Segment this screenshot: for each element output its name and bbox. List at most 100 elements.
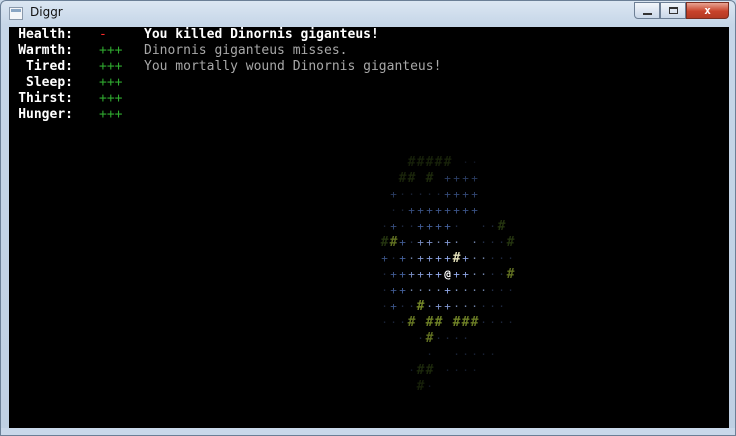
floor-glyph: + [444, 252, 451, 265]
floor-glyph: + [453, 172, 460, 185]
floor-glyph: + [444, 220, 451, 233]
stat-value: +++ [99, 107, 123, 122]
floor-glyph: + [471, 188, 478, 201]
floor-glyph: · [471, 348, 478, 361]
wall-glyph: # [434, 315, 443, 330]
floor-glyph: + [462, 188, 469, 201]
floor-glyph: + [426, 252, 433, 265]
floor-glyph: + [399, 284, 406, 297]
floor-glyph: · [498, 316, 505, 329]
floor-glyph: · [426, 380, 433, 393]
wall-glyph: # [434, 155, 443, 170]
floor-glyph: · [426, 188, 433, 201]
floor-glyph: · [435, 188, 442, 201]
stat-label: Health: [18, 27, 73, 42]
floor-glyph: · [381, 220, 388, 233]
floor-glyph: + [390, 188, 397, 201]
stat-value: +++ [99, 91, 123, 106]
floor-glyph: · [471, 284, 478, 297]
floor-glyph: + [417, 236, 424, 249]
floor-glyph: · [498, 268, 505, 281]
floor-glyph: · [489, 268, 496, 281]
floor-glyph: · [462, 284, 469, 297]
floor-glyph: · [462, 364, 469, 377]
floor-glyph: · [444, 332, 451, 345]
maximize-button[interactable] [660, 2, 686, 19]
wall-glyph: # [506, 267, 515, 282]
stat-value: +++ [99, 43, 123, 58]
floor-glyph: · [417, 332, 424, 345]
floor-glyph: · [453, 300, 460, 313]
stat-label: Hunger: [18, 107, 73, 122]
floor-glyph: · [381, 300, 388, 313]
floor-glyph: + [435, 300, 442, 313]
wall-glyph: # [398, 171, 407, 186]
floor-glyph: · [381, 284, 388, 297]
wall-glyph: # [389, 235, 398, 250]
floor-glyph: · [480, 300, 487, 313]
wall-glyph: # [416, 363, 425, 378]
floor-glyph: + [444, 172, 451, 185]
player-glyph: @ [444, 268, 451, 281]
floor-glyph: + [462, 252, 469, 265]
floor-glyph: · [399, 188, 406, 201]
floor-glyph: · [498, 284, 505, 297]
minimize-button[interactable] [634, 2, 660, 19]
floor-glyph: + [435, 268, 442, 281]
floor-glyph: · [462, 348, 469, 361]
floor-glyph: · [462, 156, 469, 169]
floor-glyph: · [471, 236, 478, 249]
wall-glyph: # [416, 379, 425, 394]
floor-glyph: · [444, 364, 451, 377]
wall-glyph: # [425, 155, 434, 170]
floor-glyph: · [399, 220, 406, 233]
caption-buttons: x [634, 2, 729, 20]
floor-glyph: + [417, 220, 424, 233]
message-line: You mortally wound Dinornis giganteus! [144, 59, 442, 74]
console-window-icon [9, 7, 23, 20]
wall-glyph: # [497, 219, 506, 234]
floor-glyph: + [408, 204, 415, 217]
floor-glyph: · [489, 220, 496, 233]
floor-glyph: · [480, 348, 487, 361]
wall-glyph: # [425, 171, 434, 186]
floor-glyph: + [390, 220, 397, 233]
floor-glyph: + [417, 204, 424, 217]
title-bar[interactable]: Diggr x [1, 1, 735, 26]
wall-glyph: # [407, 171, 416, 186]
floor-glyph: + [462, 204, 469, 217]
floor-glyph: · [381, 316, 388, 329]
floor-glyph: · [426, 284, 433, 297]
floor-glyph: · [498, 300, 505, 313]
floor-glyph: + [444, 300, 451, 313]
floor-glyph: · [408, 188, 415, 201]
floor-glyph: · [489, 236, 496, 249]
floor-glyph: · [507, 252, 514, 265]
floor-glyph: · [498, 236, 505, 249]
wall-glyph: # [416, 155, 425, 170]
floor-glyph: + [444, 204, 451, 217]
wall-glyph: # [470, 315, 479, 330]
stat-value: - [99, 27, 107, 42]
floor-glyph: · [408, 300, 415, 313]
wall-glyph: # [425, 331, 434, 346]
floor-glyph: · [453, 332, 460, 345]
floor-glyph: · [489, 300, 496, 313]
stat-label: Thirst: [18, 91, 73, 106]
floor-glyph: + [381, 252, 388, 265]
floor-glyph: + [399, 252, 406, 265]
close-icon: x [704, 4, 711, 17]
wall-glyph: # [407, 155, 416, 170]
close-button[interactable]: x [686, 2, 729, 19]
floor-glyph: · [462, 332, 469, 345]
floor-glyph: + [399, 268, 406, 281]
game-screen[interactable]: Health: - Warmth: +++ Tired: +++ Sleep: … [9, 27, 729, 429]
floor-glyph: · [435, 236, 442, 249]
floor-glyph: · [489, 252, 496, 265]
floor-glyph: + [453, 204, 460, 217]
floor-glyph: + [417, 268, 424, 281]
floor-glyph: · [462, 300, 469, 313]
floor-glyph: + [399, 236, 406, 249]
floor-glyph: · [381, 268, 388, 281]
wall-glyph: # [380, 235, 389, 250]
